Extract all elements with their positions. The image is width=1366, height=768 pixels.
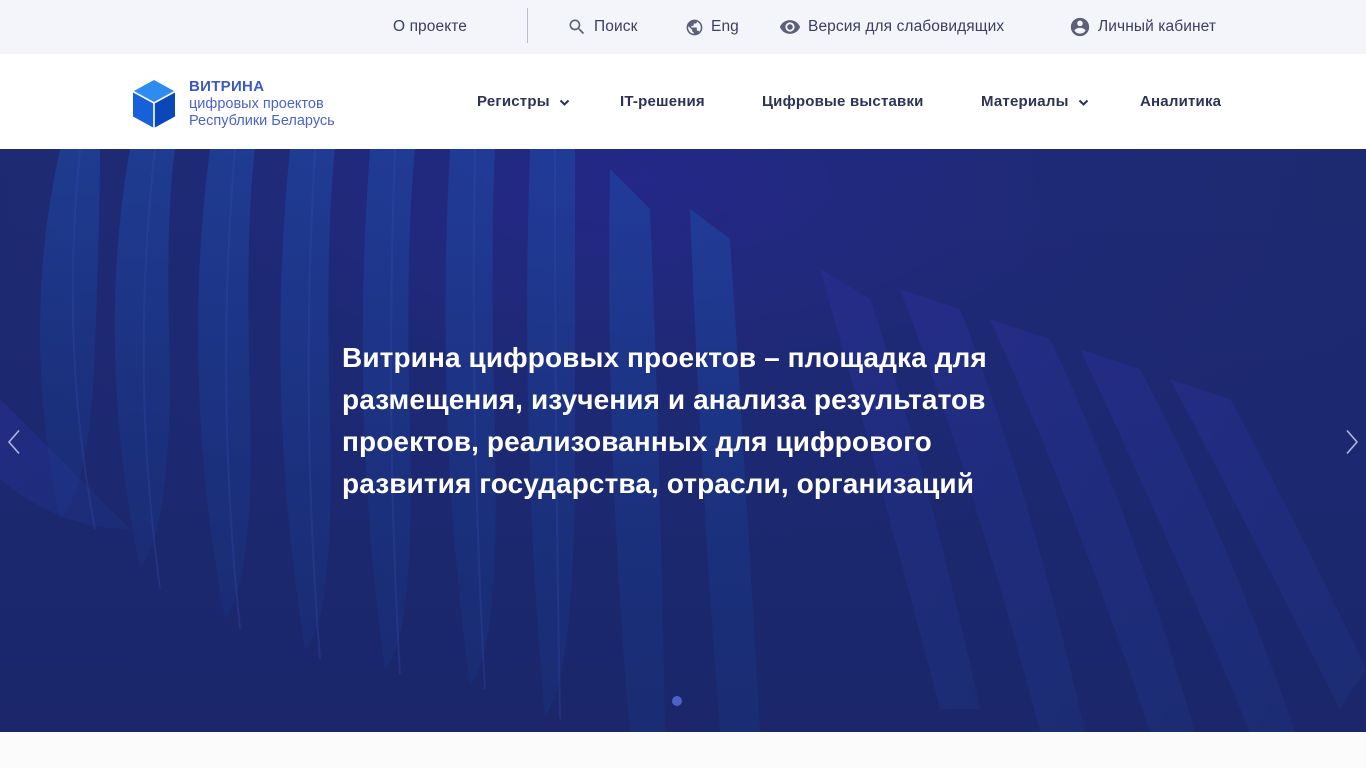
nav-item-exhibitions[interactable]: Цифровые выставки <box>762 54 924 149</box>
language-switch[interactable]: Eng <box>685 0 739 54</box>
site-logo[interactable]: ВИТРИНА цифровых проектов Республики Бел… <box>132 78 372 130</box>
nav-item-materials-label: Материалы <box>981 93 1069 110</box>
eye-icon <box>779 20 801 34</box>
accessibility-link[interactable]: Версия для слабовидящих <box>779 0 1004 54</box>
cube-logo-icon <box>132 80 176 128</box>
nav-item-analytics-label: Аналитика <box>1140 93 1222 110</box>
nav-item-registries-label: Регистры <box>477 93 550 110</box>
main-header: ВИТРИНА цифровых проектов Республики Бел… <box>0 54 1366 149</box>
topbar-divider <box>527 8 528 43</box>
language-switch-label: Eng <box>711 18 739 35</box>
chevron-left-icon <box>7 429 20 455</box>
about-link[interactable]: О проекте <box>393 0 467 54</box>
hero-headline: Витрина цифровых проектов – площадка для… <box>342 342 987 499</box>
logo-text: ВИТРИНА цифровых проектов Республики Бел… <box>189 78 335 131</box>
top-utility-bar: О проекте Поиск Eng Версия для слабовидя… <box>0 0 1366 54</box>
slider-next-button[interactable] <box>1340 427 1364 457</box>
account-link-label: Личный кабинет <box>1098 18 1217 35</box>
about-link-label: О проекте <box>393 18 468 35</box>
nav-item-it-solutions-label: IT-решения <box>620 93 705 110</box>
nav-item-materials[interactable]: Материалы <box>981 54 1089 149</box>
logo-title: ВИТРИНА <box>189 78 265 95</box>
search-link-label: Поиск <box>594 18 638 35</box>
chevron-down-icon <box>1078 99 1088 106</box>
search-icon <box>569 19 585 35</box>
chevron-down-icon <box>559 99 569 106</box>
nav-item-it-solutions[interactable]: IT-решения <box>620 54 705 149</box>
logo-subtitle-line-1: цифровых проектов <box>189 95 324 112</box>
account-link[interactable]: Личный кабинет <box>1069 0 1216 54</box>
logo-subtitle-line-2: Республики Беларусь <box>189 113 335 129</box>
accessibility-link-label: Версия для слабовидящих <box>808 18 1005 35</box>
chevron-right-icon <box>1346 429 1359 455</box>
nav-item-exhibitions-label: Цифровые выставки <box>762 93 924 110</box>
nav-item-analytics[interactable]: Аналитика <box>1140 54 1221 149</box>
user-circle-icon <box>1070 17 1090 37</box>
page-content-area <box>0 732 1366 768</box>
search-link[interactable]: Поиск <box>567 0 637 54</box>
globe-icon <box>686 19 703 35</box>
slider-prev-button[interactable] <box>2 427 26 457</box>
nav-item-registries[interactable]: Регистры <box>477 54 570 149</box>
hero-slider: Витрина цифровых проектов – площадка для… <box>0 149 1366 732</box>
slider-dot[interactable] <box>672 696 682 706</box>
